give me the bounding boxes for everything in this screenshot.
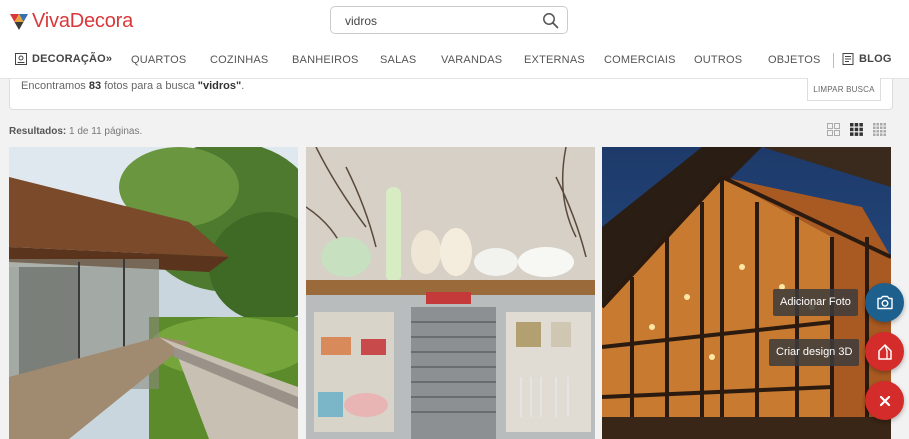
grid-3x3-icon — [849, 122, 863, 136]
result-middle: fotos para a busca — [104, 80, 195, 92]
nav-item-cozinhas[interactable]: COZINHAS — [210, 54, 268, 66]
search-result-summary: Encontramos 83 fotos para a busca "vidro… — [9, 78, 893, 110]
search-input[interactable] — [345, 12, 535, 30]
search-box — [330, 6, 568, 34]
nav-blog[interactable]: BLOG — [842, 53, 892, 65]
camera-icon — [876, 295, 893, 310]
pagination-label: Resultados: — [9, 126, 67, 137]
add-photo-label[interactable]: Adicionar Foto — [773, 289, 858, 316]
house-3d-icon — [877, 343, 892, 360]
nav-item-salas[interactable]: SALAS — [380, 54, 416, 66]
brand-name: VivaDecora — [32, 9, 134, 32]
photo-card-2[interactable] — [306, 147, 595, 439]
result-suffix: . — [241, 80, 245, 92]
nav-item-varandas[interactable]: VARANDAS — [441, 54, 502, 66]
nav-item-quartos[interactable]: QUARTOS — [131, 54, 186, 66]
nav-item-comerciais[interactable]: COMERCIAIS — [604, 54, 676, 66]
nav-item-objetos[interactable]: OBJETOS — [768, 54, 821, 66]
close-fab-button[interactable] — [865, 381, 904, 420]
view-large-grid-button[interactable] — [823, 119, 843, 139]
blog-icon — [842, 53, 854, 65]
create-3d-label[interactable]: Criar design 3D — [769, 339, 860, 366]
photo-card-1[interactable] — [9, 147, 298, 439]
nav-item-externas[interactable]: EXTERNAS — [524, 54, 585, 66]
clear-search-button[interactable]: LIMPAR BUSCA — [807, 78, 881, 101]
result-text: Encontramos 83 fotos para a busca "vidro… — [21, 80, 244, 92]
picture-icon — [15, 53, 27, 65]
nav-decoracao[interactable]: DECORAÇÃO» — [15, 53, 112, 65]
header: VivaDecora — [0, 0, 909, 42]
search-icon[interactable] — [542, 12, 559, 29]
nav-blog-label: BLOG — [859, 53, 892, 65]
vivadecora-logo-icon — [10, 14, 28, 30]
logo[interactable]: VivaDecora — [9, 7, 133, 35]
close-icon — [879, 395, 890, 406]
grid-2x2-icon — [826, 122, 840, 136]
nav-divider — [833, 53, 834, 68]
pagination-info: Resultados: 1 de 11 páginas. — [9, 126, 142, 137]
view-medium-grid-button[interactable] — [846, 119, 866, 139]
photo-2-image — [306, 147, 595, 439]
create-3d-button[interactable] — [865, 332, 904, 371]
add-photo-button[interactable] — [865, 283, 904, 322]
nav-item-outros[interactable]: OUTROS — [694, 54, 742, 66]
photo-1-image — [9, 147, 298, 439]
grid-4x4-icon — [872, 122, 886, 136]
pagination-text: 1 de 11 páginas. — [69, 126, 143, 137]
result-count: 83 — [88, 80, 102, 92]
view-toggles — [823, 119, 889, 139]
result-query: "vidros" — [197, 80, 242, 92]
view-small-grid-button[interactable] — [869, 119, 889, 139]
nav-item-banheiros[interactable]: BANHEIROS — [292, 54, 359, 66]
category-nav: DECORAÇÃO» QUARTOS COZINHAS BANHEIROS SA… — [0, 42, 909, 79]
result-prefix: Encontramos — [21, 80, 86, 92]
nav-decoracao-label: DECORAÇÃO» — [32, 53, 113, 65]
